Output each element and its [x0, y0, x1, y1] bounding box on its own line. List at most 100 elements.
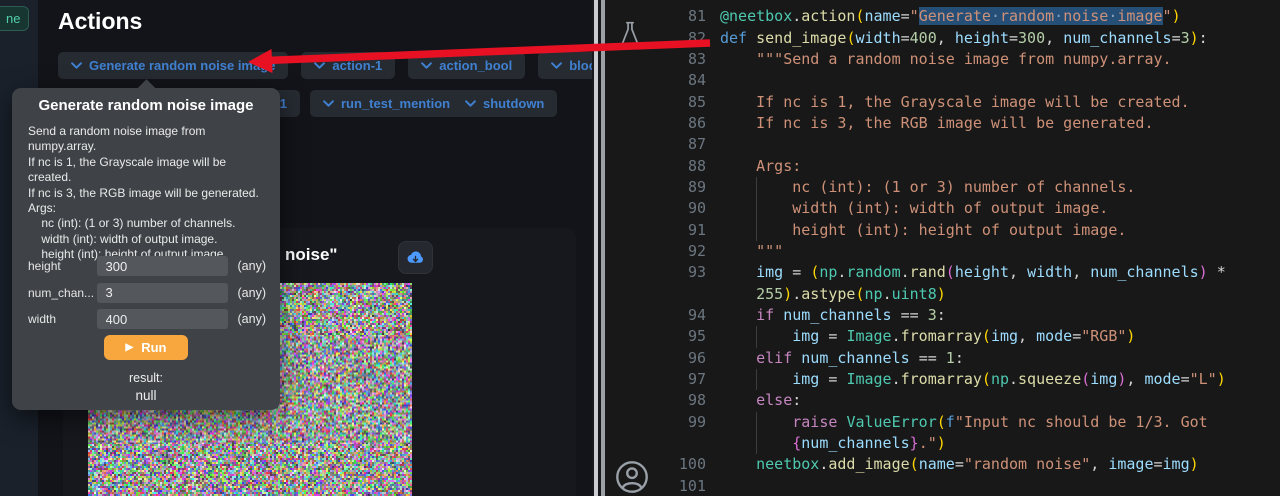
line-number: 88 [658, 156, 714, 177]
line-number: 92 [658, 241, 714, 262]
code-text: width (int): width of output image. [714, 198, 1280, 219]
code-line[interactable]: 85 If nc is 1, the Grayscale image will … [658, 92, 1280, 113]
line-number: 91 [658, 220, 714, 241]
line-number: 87 [658, 134, 714, 155]
width-field[interactable] [97, 309, 228, 329]
button-label: Generate random noise image [89, 58, 275, 73]
param-label: width [28, 312, 97, 326]
action-button-shutdown[interactable]: shutdown [452, 90, 557, 117]
dashboard-panel: ne Actions Generate random noise image a… [0, 0, 592, 496]
indent-guide [756, 433, 757, 454]
param-type-hint: (any) [238, 312, 266, 326]
button-label: shutdown [483, 96, 544, 111]
code-text [714, 70, 1280, 91]
code-line[interactable]: 90 width (int): width of output image. [658, 198, 1280, 219]
code-line[interactable]: 88 Args: [658, 156, 1280, 177]
line-number: 83 [658, 49, 714, 70]
code-text: """ [714, 241, 1280, 262]
code-line[interactable]: 99 raise ValueError(f"Input nc should be… [658, 412, 1280, 433]
code-text: 255).astype(np.uint8) [714, 284, 1280, 305]
indent-guide [756, 412, 757, 433]
run-action-button[interactable]: ▶ Run [104, 335, 188, 360]
num-channels-field[interactable] [97, 283, 228, 303]
chevron-down-icon [314, 60, 325, 71]
browser-scrollbar[interactable] [592, 0, 606, 496]
code-line[interactable]: 86 If nc is 3, the RGB image will be gen… [658, 113, 1280, 134]
line-number [658, 284, 714, 305]
line-number: 89 [658, 177, 714, 198]
code-line[interactable]: 83 """Send a random noise image from num… [658, 49, 1280, 70]
download-image-button[interactable] [398, 241, 433, 274]
code-text: If nc is 1, the Grayscale image will be … [714, 92, 1280, 113]
run-label: Run [141, 340, 166, 355]
height-field[interactable] [97, 256, 228, 276]
param-row-num-channels: num_chan... (any) [12, 280, 280, 307]
code-area[interactable]: 8081@neetbox.action(name="Generate·rando… [658, 0, 1280, 496]
code-line[interactable]: 91 height (int): height of output image. [658, 220, 1280, 241]
code-text: """Send a random noise image from numpy.… [714, 49, 1280, 70]
button-label: action_bool [439, 58, 512, 73]
action-tooltip: Generate random noise image Send a rando… [12, 88, 280, 410]
indent-guide [756, 369, 757, 390]
code-line[interactable]: 93 img = (np.random.rand(height, width, … [658, 262, 1280, 283]
code-text: else: [714, 390, 1280, 411]
tooltip-description-line: width (int): width of output image. [28, 232, 268, 247]
code-editor-panel: 8081@neetbox.action(name="Generate·rando… [606, 0, 1280, 496]
code-line[interactable]: 82def send_image(width=400, height=300, … [658, 28, 1280, 49]
line-number: 95 [658, 326, 714, 347]
action-button-action-1[interactable]: action-1 [301, 52, 395, 79]
result-value: null [12, 388, 280, 403]
code-line[interactable]: 100 neetbox.add_image(name="random noise… [658, 454, 1280, 475]
tooltip-title: Generate random noise image [12, 88, 280, 114]
action-button-action-bool[interactable]: action_bool [408, 52, 525, 79]
code-line[interactable]: 94 if num_channels == 3: [658, 305, 1280, 326]
line-number: 85 [658, 92, 714, 113]
code-text [714, 476, 1280, 496]
param-type-hint: (any) [238, 259, 266, 273]
line-number: 86 [658, 113, 714, 134]
code-text: img = (np.random.rand(height, width, num… [714, 262, 1280, 283]
code-line[interactable]: 87 [658, 134, 1280, 155]
line-number: 99 [658, 412, 714, 433]
param-label: num_chan... [28, 286, 97, 300]
code-line[interactable]: 84 [658, 70, 1280, 91]
code-line[interactable]: 81@neetbox.action(name="Generate·random·… [658, 6, 1280, 27]
code-line[interactable]: 98 else: [658, 390, 1280, 411]
indent-guide [756, 220, 757, 241]
screenshot-root: ne Actions Generate random noise image a… [0, 0, 1280, 496]
actions-button-row-1: Generate random noise image action-1 act… [58, 52, 664, 79]
scrollbar-thumb[interactable] [601, 0, 605, 496]
tooltip-description-line: nc (int): (1 or 3) number of channels. [28, 216, 268, 231]
tooltip-description-line: Args: [28, 201, 268, 216]
action-button-generate-random-noise-image[interactable]: Generate random noise image [58, 52, 288, 79]
code-line[interactable]: 95 img = Image.fromarray(img, mode="RGB"… [658, 326, 1280, 347]
code-line[interactable]: 255).astype(np.uint8) [658, 284, 1280, 305]
code-line[interactable]: 97 img = Image.fromarray(np.squeeze(img)… [658, 369, 1280, 390]
line-number: 84 [658, 70, 714, 91]
scrollbar-thumb[interactable] [594, 0, 598, 496]
code-text [714, 134, 1280, 155]
code-text: {num_channels}.") [714, 433, 1280, 454]
chevron-down-icon [421, 60, 432, 71]
chevron-down-icon [323, 98, 334, 109]
line-number: 81 [658, 6, 714, 27]
account-icon[interactable] [613, 458, 651, 496]
button-label: run_test_mention [341, 96, 450, 111]
activity-bar [606, 0, 658, 496]
tooltip-description: Send a random noise image from numpy.arr… [28, 124, 268, 263]
sidebar-tab-ne[interactable]: ne [0, 6, 29, 31]
action-button-run-test-mention[interactable]: run_test_mention [310, 90, 463, 117]
code-line[interactable]: 101 [658, 476, 1280, 496]
chevron-down-icon [465, 98, 476, 109]
line-number: 94 [658, 305, 714, 326]
code-line[interactable]: 89 nc (int): (1 or 3) number of channels… [658, 177, 1280, 198]
code-line[interactable]: 96 elif num_channels == 1: [658, 348, 1280, 369]
code-text: def send_image(width=400, height=300, nu… [714, 28, 1280, 49]
code-line[interactable]: 92 """ [658, 241, 1280, 262]
line-number [658, 433, 714, 454]
code-line[interactable]: {num_channels}.") [658, 433, 1280, 454]
testing-flask-icon[interactable] [617, 20, 643, 53]
code-text: neetbox.add_image(name="random noise", i… [714, 454, 1280, 475]
code-text: If nc is 3, the RGB image will be genera… [714, 113, 1280, 134]
code-text: nc (int): (1 or 3) number of channels. [714, 177, 1280, 198]
